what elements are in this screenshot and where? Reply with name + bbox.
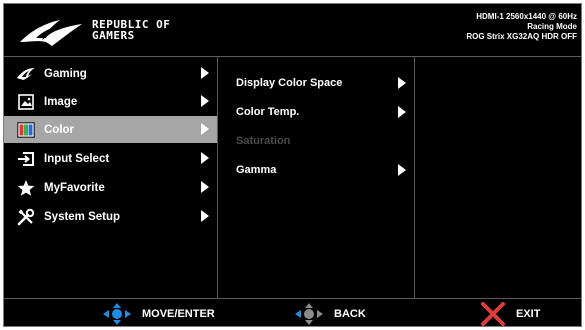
menu-item-input-select[interactable]: Input Select xyxy=(4,145,217,172)
input-resolution: HDMI-1 2560x1440 @ 60Hz xyxy=(476,12,577,21)
submenu-item-display-color-space[interactable]: Display Color Space xyxy=(218,70,414,96)
submenu-item-label: Color Temp. xyxy=(236,106,300,118)
chevron-right-icon xyxy=(398,106,406,118)
chevron-right-icon xyxy=(201,152,209,164)
menu-item-label: Gaming xyxy=(44,67,87,80)
rog-eye-icon xyxy=(16,65,36,83)
menu-item-image[interactable]: Image xyxy=(4,88,217,115)
chevron-right-icon xyxy=(398,164,406,176)
menu-item-gaming[interactable]: Gaming xyxy=(4,60,217,87)
joystick-back-icon xyxy=(295,303,323,325)
color-icon xyxy=(16,121,36,139)
star-icon xyxy=(16,179,36,197)
submenu-item-label: Gamma xyxy=(236,164,277,176)
move-enter-button[interactable]: MOVE/ENTER xyxy=(102,299,215,329)
status-info: HDMI-1 2560x1440 @ 60Hz Racing Mode ROG … xyxy=(466,12,577,42)
osd-footer: MOVE/ENTER BACK EXIT xyxy=(4,298,581,328)
menu-item-system-setup[interactable]: System Setup xyxy=(4,203,217,230)
menu-item-label: Input Select xyxy=(44,152,110,165)
osd-header: REPUBLIC OF GAMERS HDMI-1 2560x1440 @ 60… xyxy=(4,4,581,57)
menu-item-label: Color xyxy=(44,123,75,136)
back-label: BACK xyxy=(334,308,366,320)
brand-name: REPUBLIC OF GAMERS xyxy=(92,19,170,41)
tools-icon xyxy=(16,208,36,226)
brand-line-2: GAMERS xyxy=(92,29,135,42)
chevron-right-icon xyxy=(398,77,406,89)
joystick-move-icon xyxy=(103,303,131,325)
menu-item-label: System Setup xyxy=(44,210,121,223)
exit-button[interactable]: EXIT xyxy=(480,299,540,329)
options-panel xyxy=(415,57,583,298)
game-mode: Racing Mode xyxy=(527,22,577,31)
menu-area: Gaming Image Color Input Select MyFavori… xyxy=(4,57,581,298)
close-icon xyxy=(481,302,505,326)
rog-logo-icon xyxy=(20,20,82,46)
chevron-right-icon xyxy=(201,67,209,79)
input-select-icon xyxy=(16,150,36,168)
menu-item-label: Image xyxy=(44,95,78,108)
menu-item-color[interactable]: Color xyxy=(4,116,217,143)
chevron-right-icon xyxy=(201,95,209,107)
submenu-item-label: Saturation xyxy=(236,135,291,147)
submenu-item-gamma[interactable]: Gamma xyxy=(218,157,414,183)
chevron-right-icon xyxy=(201,181,209,193)
chevron-right-icon xyxy=(201,210,209,222)
move-enter-label: MOVE/ENTER xyxy=(142,308,215,320)
submenu-item-color-temp[interactable]: Color Temp. xyxy=(218,99,414,125)
exit-label: EXIT xyxy=(516,308,541,320)
chevron-right-icon xyxy=(201,123,209,135)
back-button[interactable]: BACK xyxy=(294,299,366,329)
menu-item-myfavorite[interactable]: MyFavorite xyxy=(4,174,217,201)
main-menu: Gaming Image Color Input Select MyFavori… xyxy=(4,57,218,298)
submenu-item-label: Display Color Space xyxy=(236,77,343,89)
color-submenu: Display Color Space Color Temp. Saturati… xyxy=(218,57,415,298)
submenu-item-saturation: Saturation xyxy=(218,128,414,154)
monitor-osd: REPUBLIC OF GAMERS HDMI-1 2560x1440 @ 60… xyxy=(3,3,582,327)
model-hdr-status: ROG Strix XG32AQ HDR OFF xyxy=(466,32,577,41)
image-icon xyxy=(16,93,36,111)
menu-item-label: MyFavorite xyxy=(44,181,105,194)
